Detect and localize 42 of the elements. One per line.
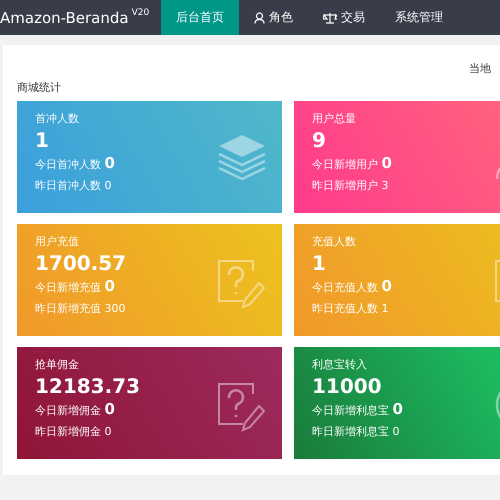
today-label: 今日新增用户 [312,158,378,171]
yesterday-stat: 昨日新增用户 3 [312,178,390,193]
brand-logo[interactable]: Amazon-Beranda $^{V20}$ [0,0,162,35]
person-icon [254,12,266,24]
nav-tab[interactable]: 系统管理 [380,0,458,35]
card-value: 1 [312,250,327,277]
local-time-label: 当地 [469,61,491,76]
yesterday-stat: 昨日新增佣金 0 [35,424,112,439]
card-title: 利息宝转入 [312,357,368,372]
today-label: 今日新增利息宝 [312,404,389,417]
today-value: 0 [104,154,115,172]
today-label: 今日新增佣金 [35,404,101,417]
card-value: 1 [35,127,50,154]
yesterday-stat: 昨日新增利息宝 0 [312,424,400,439]
today-value: 0 [104,277,115,295]
edit-note-icon [217,257,265,311]
card-title: 充值人数 [312,234,357,249]
today-label: 今日首冲人数 [35,158,101,171]
today-value: 0 [382,277,392,295]
card-value: 9 [312,127,327,154]
card-title: 用户充值 [35,234,80,249]
card-title: 用户总量 [312,111,357,126]
nav-tab[interactable]: 后台首页 [161,0,240,35]
scale-icon [323,12,338,24]
edit-note-icon [217,380,265,434]
today-value: 0 [382,154,392,172]
today-label: 今日充值人数 [312,281,378,294]
layers-icon [217,134,267,180]
yesterday-stat: 昨日新增充值 300 [35,301,126,316]
yesterday-stat: 昨日充值人数 1 [312,301,390,316]
today-value: 0 [392,400,403,418]
today-label: 今日新增充值 [35,281,101,294]
section-title: 商城统计 [17,80,62,96]
card-title: 抢单佣金 [35,357,80,372]
nav-tab[interactable]: 角色 [239,0,308,35]
card-title: 首冲人数 [35,111,80,126]
yesterday-stat: 昨日首冲人数 0 [35,178,112,193]
card-value: 12183.73 [35,373,142,400]
card-value: 1700.57 [35,250,128,277]
today-value: 0 [104,400,115,418]
card-value: 11000 [312,373,383,400]
nav-tab[interactable]: 交易 [308,0,380,35]
